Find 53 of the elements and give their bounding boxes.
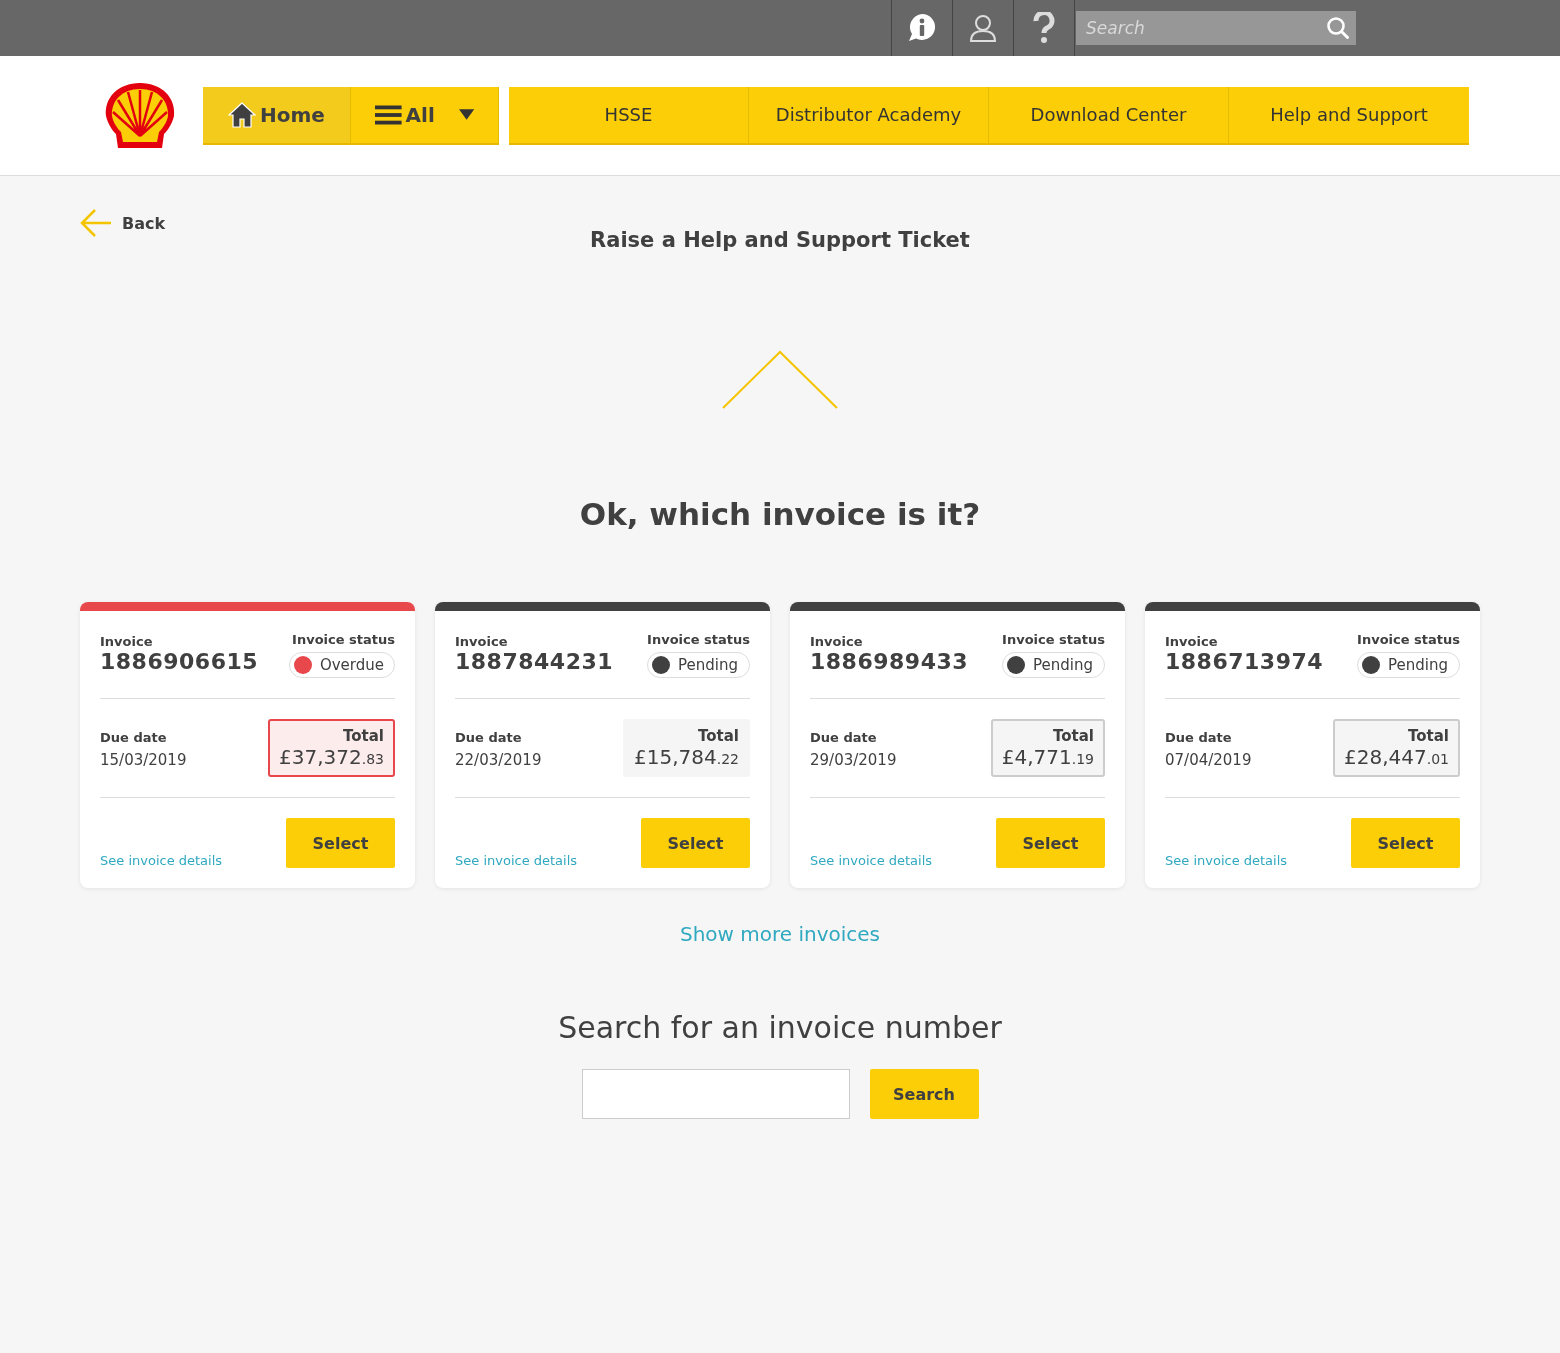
- select-button[interactable]: Select: [996, 818, 1105, 868]
- home-tab[interactable]: Home: [203, 86, 351, 143]
- user-icon: [968, 13, 998, 43]
- caret-icon: [458, 108, 474, 121]
- total-label: Total: [1407, 727, 1449, 745]
- invoice-number: 1886713974: [1165, 649, 1324, 674]
- due-date-label: Due date: [100, 730, 168, 745]
- home-icon: [228, 101, 257, 128]
- chevron-up-icon: [722, 350, 838, 410]
- select-button[interactable]: Select: [1351, 818, 1460, 868]
- total-label: Total: [342, 727, 384, 745]
- back-arrow-icon: [80, 208, 112, 238]
- invoice-label: Invoice: [455, 634, 509, 649]
- total-label: Total: [1052, 727, 1094, 745]
- status-text: Overdue: [319, 656, 384, 674]
- due-date-label: Due date: [1165, 730, 1233, 745]
- invoice-number-field[interactable]: [581, 1069, 850, 1119]
- invoice-number: 1886989433: [810, 649, 969, 674]
- invoice-label: Invoice: [1165, 634, 1219, 649]
- invoice-label: Invoice: [810, 634, 864, 649]
- total-amount: £4,771.19: [1001, 745, 1094, 769]
- due-date-label: Due date: [455, 730, 523, 745]
- select-button[interactable]: Select: [286, 818, 395, 868]
- invoice-number: 1886906615: [100, 649, 259, 674]
- page-title: Raise a Help and Support Ticket: [590, 228, 970, 252]
- invoice-number: 1887844231: [455, 649, 614, 674]
- search-icon: [1326, 16, 1350, 40]
- question-icon: [1033, 12, 1055, 44]
- status-label: Invoice status: [1002, 632, 1105, 647]
- status-text: Pending: [1033, 656, 1094, 674]
- total-label: Total: [697, 727, 739, 745]
- status-label: Invoice status: [291, 632, 395, 647]
- due-date: 29/03/2019: [810, 751, 897, 769]
- due-date: 15/03/2019: [100, 751, 187, 769]
- total-amount: £28,447.01: [1344, 745, 1449, 769]
- question-heading: Ok, which invoice is it?: [579, 496, 981, 532]
- status-label: Invoice status: [1357, 632, 1460, 647]
- back-link[interactable]: Back: [80, 208, 166, 238]
- search-heading: Search for an invoice number: [558, 1010, 1002, 1045]
- status-label: Invoice status: [647, 632, 750, 647]
- select-button[interactable]: Select: [641, 818, 750, 868]
- search-button[interactable]: Search: [869, 1069, 979, 1119]
- info-icon: [906, 12, 938, 44]
- total-amount: £37,372.83: [279, 745, 384, 769]
- invoice-label: Invoice: [100, 634, 154, 649]
- status-text: Pending: [678, 656, 739, 674]
- due-date: 22/03/2019: [455, 751, 542, 769]
- due-date: 07/04/2019: [1165, 751, 1252, 769]
- status-text: Pending: [1388, 656, 1449, 674]
- menu-icon: [375, 103, 402, 126]
- search-field[interactable]: Search: [1076, 11, 1356, 45]
- total-amount: £15,784.22: [634, 745, 739, 769]
- due-date-label: Due date: [810, 730, 878, 745]
